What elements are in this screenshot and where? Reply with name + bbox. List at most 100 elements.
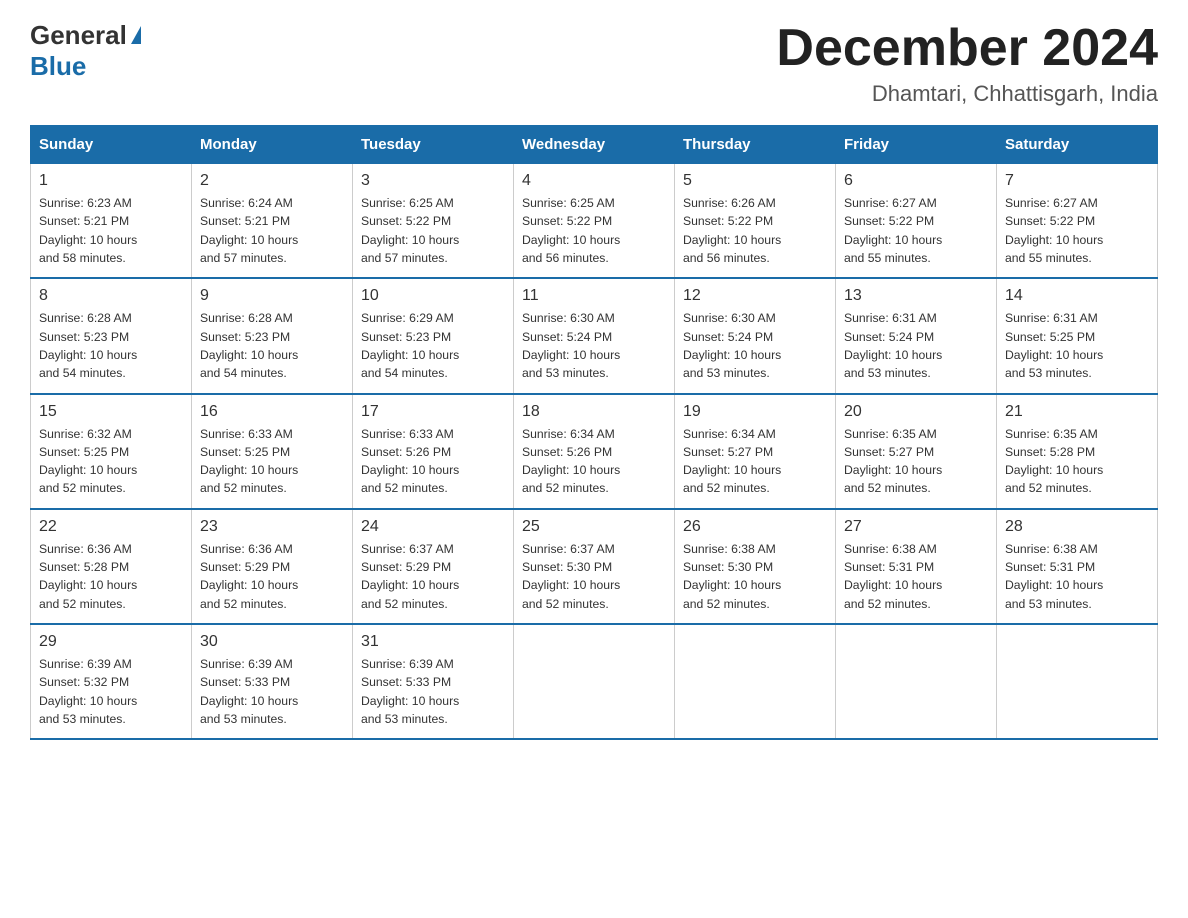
calendar-cell xyxy=(514,624,675,739)
calendar-cell: 21 Sunrise: 6:35 AM Sunset: 5:28 PM Dayli… xyxy=(997,394,1158,509)
day-info: Sunrise: 6:28 AM Sunset: 5:23 PM Dayligh… xyxy=(200,309,344,382)
calendar-cell xyxy=(836,624,997,739)
day-info: Sunrise: 6:23 AM Sunset: 5:21 PM Dayligh… xyxy=(39,194,183,267)
day-number: 21 xyxy=(1005,403,1149,421)
day-info: Sunrise: 6:25 AM Sunset: 5:22 PM Dayligh… xyxy=(522,194,666,267)
calendar-cell: 26 Sunrise: 6:38 AM Sunset: 5:30 PM Dayli… xyxy=(675,509,836,624)
calendar-week-row: 15Sunrise: 6:32 AM Sunset: 5:25 PM Dayli… xyxy=(31,394,1158,509)
calendar-cell: 14 Sunrise: 6:31 AM Sunset: 5:25 PM Dayli… xyxy=(997,278,1158,393)
calendar-cell: 11Sunrise: 6:30 AM Sunset: 5:24 PM Dayli… xyxy=(514,278,675,393)
day-info: Sunrise: 6:39 AM Sunset: 5:33 PM Dayligh… xyxy=(361,655,505,728)
calendar-cell: 23 Sunrise: 6:36 AM Sunset: 5:29 PM Dayli… xyxy=(192,509,353,624)
day-info: Sunrise: 6:39 AM Sunset: 5:33 PM Dayligh… xyxy=(200,655,344,728)
calendar-cell: 24Sunrise: 6:37 AM Sunset: 5:29 PM Dayli… xyxy=(353,509,514,624)
day-info: Sunrise: 6:37 AM Sunset: 5:30 PM Dayligh… xyxy=(522,540,666,613)
day-info: Sunrise: 6:38 AM Sunset: 5:31 PM Dayligh… xyxy=(844,540,988,613)
day-info: Sunrise: 6:33 AM Sunset: 5:25 PM Dayligh… xyxy=(200,425,344,498)
day-info: Sunrise: 6:30 AM Sunset: 5:24 PM Dayligh… xyxy=(522,309,666,382)
day-number: 12 xyxy=(683,287,827,305)
calendar-cell xyxy=(997,624,1158,739)
day-info: Sunrise: 6:33 AM Sunset: 5:26 PM Dayligh… xyxy=(361,425,505,498)
calendar-cell: 19 Sunrise: 6:34 AM Sunset: 5:27 PM Dayli… xyxy=(675,394,836,509)
day-header-sunday: Sunday xyxy=(31,126,192,164)
calendar-cell: 12 Sunrise: 6:30 AM Sunset: 5:24 PM Dayli… xyxy=(675,278,836,393)
calendar-week-row: 22 Sunrise: 6:36 AM Sunset: 5:28 PM Dayli… xyxy=(31,509,1158,624)
day-number: 6 xyxy=(844,172,988,190)
calendar-cell: 18 Sunrise: 6:34 AM Sunset: 5:26 PM Dayli… xyxy=(514,394,675,509)
calendar-cell: 2Sunrise: 6:24 AM Sunset: 5:21 PM Daylig… xyxy=(192,164,353,279)
day-number: 2 xyxy=(200,172,344,190)
day-header-thursday: Thursday xyxy=(675,126,836,164)
calendar-cell: 7 Sunrise: 6:27 AM Sunset: 5:22 PM Daylig… xyxy=(997,164,1158,279)
day-header-friday: Friday xyxy=(836,126,997,164)
day-number: 30 xyxy=(200,633,344,651)
day-info: Sunrise: 6:34 AM Sunset: 5:27 PM Dayligh… xyxy=(683,425,827,498)
day-info: Sunrise: 6:25 AM Sunset: 5:22 PM Dayligh… xyxy=(361,194,505,267)
day-info: Sunrise: 6:36 AM Sunset: 5:29 PM Dayligh… xyxy=(200,540,344,613)
day-number: 25 xyxy=(522,518,666,536)
day-number: 23 xyxy=(200,518,344,536)
calendar-cell xyxy=(675,624,836,739)
day-info: Sunrise: 6:28 AM Sunset: 5:23 PM Dayligh… xyxy=(39,309,183,382)
calendar-cell: 5Sunrise: 6:26 AM Sunset: 5:22 PM Daylig… xyxy=(675,164,836,279)
day-header-wednesday: Wednesday xyxy=(514,126,675,164)
day-number: 18 xyxy=(522,403,666,421)
calendar-cell: 28Sunrise: 6:38 AM Sunset: 5:31 PM Dayli… xyxy=(997,509,1158,624)
day-info: Sunrise: 6:27 AM Sunset: 5:22 PM Dayligh… xyxy=(1005,194,1149,267)
day-number: 31 xyxy=(361,633,505,651)
calendar-cell: 31 Sunrise: 6:39 AM Sunset: 5:33 PM Dayli… xyxy=(353,624,514,739)
logo-triangle-icon xyxy=(131,26,141,44)
day-header-saturday: Saturday xyxy=(997,126,1158,164)
day-number: 29 xyxy=(39,633,183,651)
page-header: General Blue December 2024 Dhamtari, Chh… xyxy=(30,20,1158,107)
day-number: 26 xyxy=(683,518,827,536)
day-info: Sunrise: 6:26 AM Sunset: 5:22 PM Dayligh… xyxy=(683,194,827,267)
calendar-cell: 10 Sunrise: 6:29 AM Sunset: 5:23 PM Dayli… xyxy=(353,278,514,393)
calendar-cell: 1Sunrise: 6:23 AM Sunset: 5:21 PM Daylig… xyxy=(31,164,192,279)
title-block: December 2024 Dhamtari, Chhattisgarh, In… xyxy=(776,20,1158,107)
day-number: 27 xyxy=(844,518,988,536)
day-number: 10 xyxy=(361,287,505,305)
calendar-cell: 8 Sunrise: 6:28 AM Sunset: 5:23 PM Daylig… xyxy=(31,278,192,393)
day-info: Sunrise: 6:29 AM Sunset: 5:23 PM Dayligh… xyxy=(361,309,505,382)
logo-general-text: General xyxy=(30,20,127,51)
day-number: 7 xyxy=(1005,172,1149,190)
days-header-row: SundayMondayTuesdayWednesdayThursdayFrid… xyxy=(31,126,1158,164)
calendar-cell: 9 Sunrise: 6:28 AM Sunset: 5:23 PM Daylig… xyxy=(192,278,353,393)
day-number: 24 xyxy=(361,518,505,536)
day-number: 14 xyxy=(1005,287,1149,305)
day-number: 4 xyxy=(522,172,666,190)
calendar-week-row: 1Sunrise: 6:23 AM Sunset: 5:21 PM Daylig… xyxy=(31,164,1158,279)
calendar-week-row: 8 Sunrise: 6:28 AM Sunset: 5:23 PM Daylig… xyxy=(31,278,1158,393)
day-number: 17 xyxy=(361,403,505,421)
day-info: Sunrise: 6:38 AM Sunset: 5:30 PM Dayligh… xyxy=(683,540,827,613)
calendar-table: SundayMondayTuesdayWednesdayThursdayFrid… xyxy=(30,125,1158,740)
day-info: Sunrise: 6:35 AM Sunset: 5:27 PM Dayligh… xyxy=(844,425,988,498)
day-number: 16 xyxy=(200,403,344,421)
day-number: 22 xyxy=(39,518,183,536)
day-number: 8 xyxy=(39,287,183,305)
day-info: Sunrise: 6:31 AM Sunset: 5:25 PM Dayligh… xyxy=(1005,309,1149,382)
day-info: Sunrise: 6:38 AM Sunset: 5:31 PM Dayligh… xyxy=(1005,540,1149,613)
calendar-cell: 27 Sunrise: 6:38 AM Sunset: 5:31 PM Dayli… xyxy=(836,509,997,624)
day-number: 9 xyxy=(200,287,344,305)
day-info: Sunrise: 6:32 AM Sunset: 5:25 PM Dayligh… xyxy=(39,425,183,498)
day-info: Sunrise: 6:35 AM Sunset: 5:28 PM Dayligh… xyxy=(1005,425,1149,498)
day-info: Sunrise: 6:31 AM Sunset: 5:24 PM Dayligh… xyxy=(844,309,988,382)
calendar-cell: 25 Sunrise: 6:37 AM Sunset: 5:30 PM Dayli… xyxy=(514,509,675,624)
calendar-cell: 4 Sunrise: 6:25 AM Sunset: 5:22 PM Daylig… xyxy=(514,164,675,279)
day-info: Sunrise: 6:36 AM Sunset: 5:28 PM Dayligh… xyxy=(39,540,183,613)
calendar-subtitle: Dhamtari, Chhattisgarh, India xyxy=(776,81,1158,107)
day-info: Sunrise: 6:27 AM Sunset: 5:22 PM Dayligh… xyxy=(844,194,988,267)
day-info: Sunrise: 6:39 AM Sunset: 5:32 PM Dayligh… xyxy=(39,655,183,728)
calendar-cell: 15Sunrise: 6:32 AM Sunset: 5:25 PM Dayli… xyxy=(31,394,192,509)
calendar-cell: 22 Sunrise: 6:36 AM Sunset: 5:28 PM Dayli… xyxy=(31,509,192,624)
day-info: Sunrise: 6:30 AM Sunset: 5:24 PM Dayligh… xyxy=(683,309,827,382)
day-header-tuesday: Tuesday xyxy=(353,126,514,164)
calendar-cell: 16 Sunrise: 6:33 AM Sunset: 5:25 PM Dayli… xyxy=(192,394,353,509)
calendar-cell: 29 Sunrise: 6:39 AM Sunset: 5:32 PM Dayli… xyxy=(31,624,192,739)
calendar-cell: 30 Sunrise: 6:39 AM Sunset: 5:33 PM Dayli… xyxy=(192,624,353,739)
day-info: Sunrise: 6:34 AM Sunset: 5:26 PM Dayligh… xyxy=(522,425,666,498)
day-number: 13 xyxy=(844,287,988,305)
day-number: 19 xyxy=(683,403,827,421)
